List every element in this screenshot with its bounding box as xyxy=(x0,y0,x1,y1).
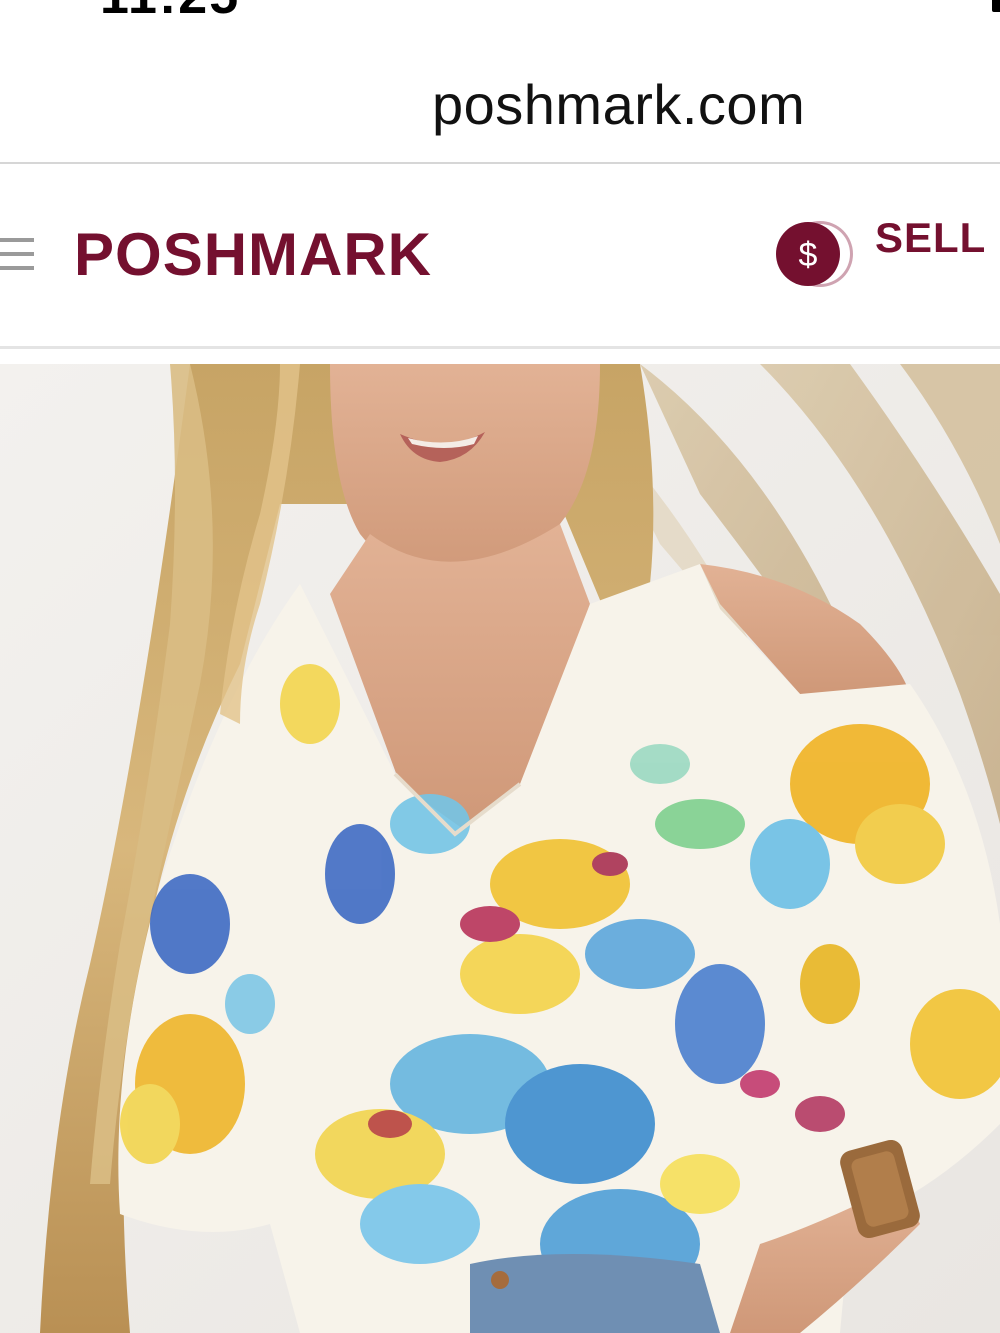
product-photo[interactable] xyxy=(0,364,1000,1333)
site-header: POSHMARK $ SELL xyxy=(0,164,1000,346)
header-divider xyxy=(0,346,1000,349)
status-bar: 11:25 xyxy=(0,0,1000,30)
poshmark-logo[interactable]: POSHMARK xyxy=(74,220,432,289)
browser-address-bar[interactable]: poshmark.com xyxy=(0,30,1000,162)
hamburger-menu-icon[interactable] xyxy=(0,238,34,272)
status-time: 11:25 xyxy=(100,0,240,26)
svg-text:$: $ xyxy=(799,236,818,274)
dollar-coin-icon[interactable]: $ xyxy=(776,220,856,288)
url-text[interactable]: poshmark.com xyxy=(432,72,805,137)
sell-button[interactable]: SELL xyxy=(875,214,986,262)
battery-icon xyxy=(992,0,1000,12)
listing-image xyxy=(0,364,1000,1333)
